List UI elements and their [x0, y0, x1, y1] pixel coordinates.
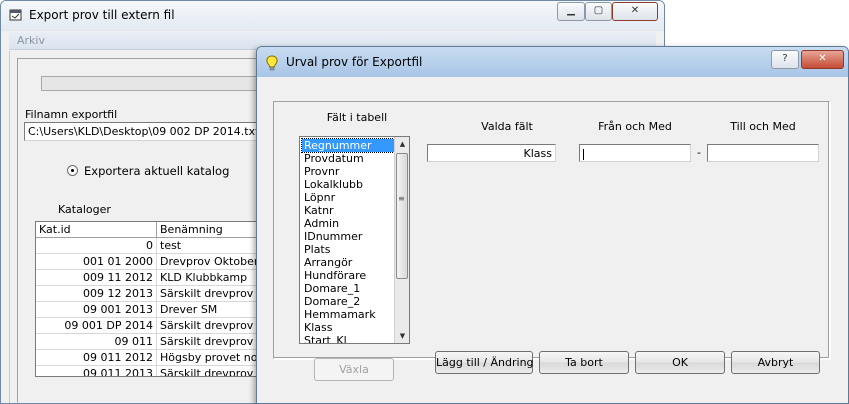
dialog-close-button[interactable]: ✕ — [801, 50, 844, 69]
to-header: Till och Med — [730, 120, 796, 133]
list-item[interactable]: Plats — [302, 243, 396, 256]
filename-label: Filnamn exportfil — [25, 108, 118, 121]
table-cell-katid[interactable]: 009 11 2012 — [36, 270, 157, 286]
help-button[interactable]: ? — [771, 50, 799, 69]
maximize-icon: ▢ — [593, 5, 604, 16]
list-item[interactable]: Domare_2 — [302, 295, 396, 308]
range-dash: - — [697, 146, 701, 159]
table-cell-katid[interactable]: 009 12 2013 — [36, 286, 157, 302]
list-item[interactable]: Start_Kl — [302, 334, 396, 343]
lightbulb-icon — [265, 55, 279, 74]
dialog-titlebar[interactable]: Urval prov för Exportfil ? ✕ — [257, 47, 848, 77]
add-change-button[interactable]: Lägg till / Ändring — [435, 351, 534, 374]
ok-button[interactable]: OK — [635, 351, 725, 374]
table-cell-katid[interactable]: 09 011 2013 — [36, 366, 157, 376]
from-header: Från och Med — [598, 120, 672, 133]
list-item[interactable]: Domare_1 — [302, 282, 396, 295]
list-item[interactable]: Löpnr — [302, 191, 396, 204]
scroll-thumb[interactable] — [396, 153, 408, 279]
table-cell-katid[interactable]: 09 001 2013 — [36, 302, 157, 318]
dialog-title: Urval prov för Exportfil — [286, 55, 423, 69]
catalogs-label: Kataloger — [58, 203, 111, 216]
grip-icon: ≡ — [398, 194, 405, 203]
listbox-scrollbar[interactable]: ▲ ≡ ▼ — [394, 137, 409, 343]
progress-bar — [41, 76, 271, 91]
list-item[interactable]: Provnr — [302, 165, 396, 178]
scroll-down-icon[interactable]: ▼ — [395, 329, 409, 343]
app-icon — [9, 9, 23, 22]
list-item[interactable]: Lokalklubb — [302, 178, 396, 191]
swap-button[interactable]: Växla — [314, 358, 394, 381]
export-window-title: Export prov till extern fil — [29, 8, 175, 22]
selected-fields-header: Valda fält — [481, 120, 533, 133]
table-cell-katid[interactable]: 001 01 2000 — [36, 254, 157, 270]
list-item[interactable]: Regnummer — [301, 138, 397, 153]
list-item[interactable]: Katnr — [302, 204, 396, 217]
list-item[interactable]: Admin — [302, 217, 396, 230]
divider — [17, 58, 267, 59]
fields-listbox[interactable]: Regnummer Provdatum Provnr Lokalklubb Löpnr K… — [299, 136, 410, 344]
list-item[interactable]: Hemmamark — [302, 308, 396, 321]
table-cell-katid[interactable]: 09 011 — [36, 334, 157, 350]
list-item[interactable]: Klass — [302, 321, 396, 334]
filename-input[interactable]: C:\Users\KLD\Desktop\09 002 DP 2014.txt — [24, 122, 264, 141]
table-cell-katid[interactable]: 09 011 2012 — [36, 350, 157, 366]
text-cursor — [583, 148, 584, 160]
list-item[interactable]: Hundförare — [302, 269, 396, 282]
table-cell-katid[interactable]: 0 — [36, 238, 157, 254]
help-icon: ? — [782, 53, 788, 64]
urval-dialog: Urval prov för Exportfil ? ✕ Fält i tabe… — [256, 46, 849, 404]
menu-arkiv[interactable]: Arkiv — [17, 34, 45, 47]
from-input[interactable] — [579, 144, 691, 162]
divider — [17, 58, 18, 403]
export-window-titlebar[interactable]: Export prov till extern fil ▁ ▢ ✕ — [1, 1, 664, 31]
cancel-button[interactable]: Avbryt — [731, 351, 820, 374]
to-input[interactable] — [707, 144, 819, 162]
minimize-button[interactable]: ▁ — [557, 2, 585, 21]
list-item[interactable]: IDnummer — [302, 230, 396, 243]
export-current-radio[interactable] — [67, 165, 78, 176]
selected-field-input[interactable]: Klass — [427, 144, 556, 162]
list-item[interactable]: Provdatum — [302, 152, 396, 165]
export-current-label: Exportera aktuell katalog — [84, 164, 230, 178]
close-icon: ✕ — [818, 53, 827, 64]
catalog-table[interactable]: Kat.id Benämning 0 test 001 01 2000 Drevpro… — [35, 221, 275, 377]
close-button[interactable]: ✕ — [612, 2, 658, 21]
scroll-up-icon[interactable]: ▲ — [395, 137, 409, 151]
remove-button[interactable]: Ta bort — [539, 351, 629, 374]
list-item[interactable]: Arrangör — [302, 256, 396, 269]
maximize-button[interactable]: ▢ — [585, 2, 612, 21]
column-header-katid[interactable]: Kat.id — [36, 222, 157, 238]
fields-header: Fält i tabell — [326, 111, 388, 124]
close-icon: ✕ — [630, 5, 640, 16]
minimize-icon: ▁ — [567, 5, 575, 16]
table-cell-katid[interactable]: 09 001 DP 2014 — [36, 318, 157, 334]
